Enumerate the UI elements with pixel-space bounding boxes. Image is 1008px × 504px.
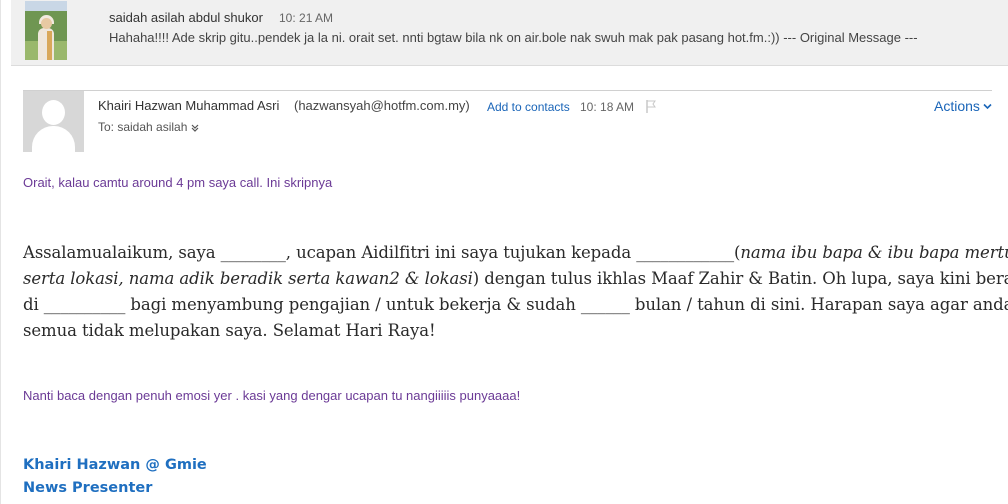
- actions-label: Actions: [934, 98, 980, 114]
- sender-photo: [25, 1, 67, 60]
- chevron-down-icon[interactable]: [191, 124, 199, 132]
- collapsed-sender-name: saidah asilah abdul shukor: [109, 10, 263, 25]
- recipient-line: To: saidah asilah: [98, 120, 199, 134]
- header-divider: [23, 90, 992, 91]
- collapsed-message[interactable]: saidah asilah abdul shukor 10: 21 AM Hah…: [11, 0, 1008, 66]
- script-line-4: semua tidak melupakan saya. Selamat Hari…: [23, 321, 436, 340]
- closing-text: Nanti baca dengan penuh emosi yer . kasi…: [23, 388, 521, 403]
- sender-email: (hazwansyah@hotfm.com.my): [294, 98, 470, 113]
- add-to-contacts-link[interactable]: Add to contacts: [487, 100, 570, 114]
- intro-text: Orait, kalau camtu around 4 pm saya call…: [23, 175, 333, 190]
- collapsed-message-preview: Hahaha!!!! Ade skrip gitu..pendek ja la …: [109, 30, 918, 45]
- flag-icon[interactable]: [646, 100, 656, 113]
- signature-name: Khairi Hazwan @ Gmie: [23, 457, 207, 473]
- script-line-3: di __________ bagi menyambung pengajian …: [23, 295, 1008, 314]
- collapsed-message-time: 10: 21 AM: [279, 11, 334, 25]
- actions-menu[interactable]: Actions: [934, 98, 992, 114]
- left-border: [0, 0, 1, 504]
- sender-name: Khairi Hazwan Muhammad Asri: [98, 98, 280, 113]
- script-line-1: Assalamualaikum, saya ________, ucapan A…: [23, 243, 1008, 262]
- default-avatar-icon: [23, 91, 84, 152]
- recipient-text: To: saidah asilah: [98, 120, 188, 134]
- signature-title: News Presenter: [23, 480, 153, 496]
- script-line-2: serta lokasi, nama adik beradik serta ka…: [23, 269, 1008, 288]
- chevron-down-icon: [983, 103, 992, 110]
- message-time: 10: 18 AM: [580, 100, 635, 114]
- script-paragraph: Assalamualaikum, saya ________, ucapan A…: [23, 240, 1008, 344]
- signature: Khairi Hazwan @ Gmie News Presenter: [23, 454, 207, 500]
